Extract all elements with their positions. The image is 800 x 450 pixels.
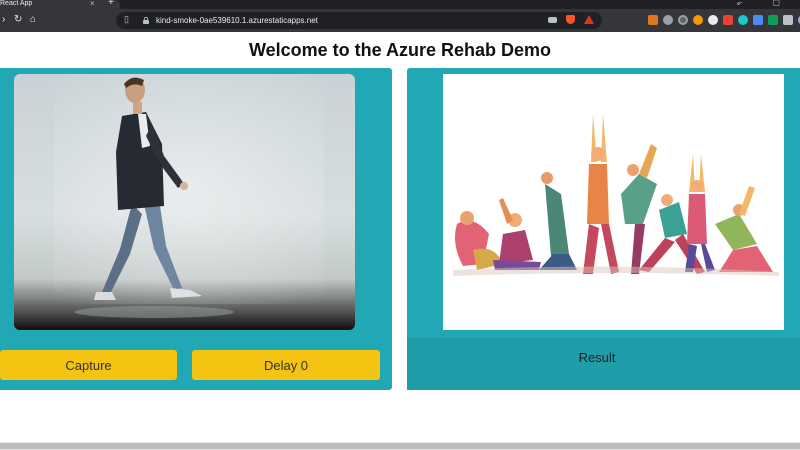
- camera-panel: Capture Delay 0: [0, 68, 392, 390]
- extension-icon[interactable]: [678, 15, 688, 25]
- extension-icon[interactable]: [768, 15, 778, 25]
- result-label: Result: [578, 350, 616, 365]
- browser-tab[interactable]: React App ×: [0, 0, 120, 9]
- webcam-feed: [14, 74, 355, 330]
- extension-icon[interactable]: [738, 15, 748, 25]
- brave-rewards-icon[interactable]: [584, 15, 594, 24]
- extension-icon[interactable]: [708, 15, 718, 25]
- reload-icon[interactable]: ↻: [14, 13, 22, 27]
- camera-controls: Capture Delay 0: [0, 350, 392, 382]
- new-tab-button[interactable]: +: [108, 0, 114, 8]
- address-bar[interactable]: ▯ kind-smoke-0ae539610.1.azurestaticapps…: [116, 12, 602, 29]
- back-icon[interactable]: ›: [2, 13, 5, 27]
- lock-icon[interactable]: [143, 17, 149, 24]
- metamask-icon[interactable]: [648, 15, 658, 25]
- extension-icon[interactable]: [753, 15, 763, 25]
- url-text: kind-smoke-0ae539610.1.azurestaticapps.n…: [156, 16, 318, 25]
- browser-toolbar: › ↻ ⌂ ▯ kind-smoke-0ae539610.1.azurestat…: [0, 9, 800, 32]
- yoga-poses-illustration: [453, 114, 779, 276]
- page-title: Welcome to the Azure Rehab Demo: [248, 40, 552, 60]
- result-image: [443, 74, 784, 330]
- extensions-bar: [648, 15, 800, 25]
- window-controls[interactable]: – ▢: [738, 0, 794, 7]
- capture-button[interactable]: Capture: [0, 350, 177, 380]
- extension-icon[interactable]: [693, 15, 703, 25]
- walking-person-image: [74, 77, 234, 318]
- extension-icon[interactable]: [663, 15, 673, 25]
- tab-close-icon[interactable]: ×: [90, 0, 95, 8]
- browser-tab-bar: React App × + ⌄ – ▢: [0, 0, 800, 9]
- result-panel: Result: [407, 68, 800, 390]
- tab-title: React App: [0, 0, 33, 7]
- extensions-puzzle-icon[interactable]: [783, 15, 793, 25]
- delay-button[interactable]: Delay 0: [192, 350, 380, 380]
- brave-shield-icon[interactable]: [566, 15, 575, 24]
- horizontal-scrollbar[interactable]: [0, 442, 800, 450]
- camera-icon[interactable]: [548, 17, 557, 23]
- scrollbar-thumb[interactable]: [0, 443, 800, 449]
- bookmark-icon[interactable]: ▯: [124, 14, 129, 25]
- extension-icon[interactable]: [723, 15, 733, 25]
- home-icon[interactable]: ⌂: [30, 13, 36, 27]
